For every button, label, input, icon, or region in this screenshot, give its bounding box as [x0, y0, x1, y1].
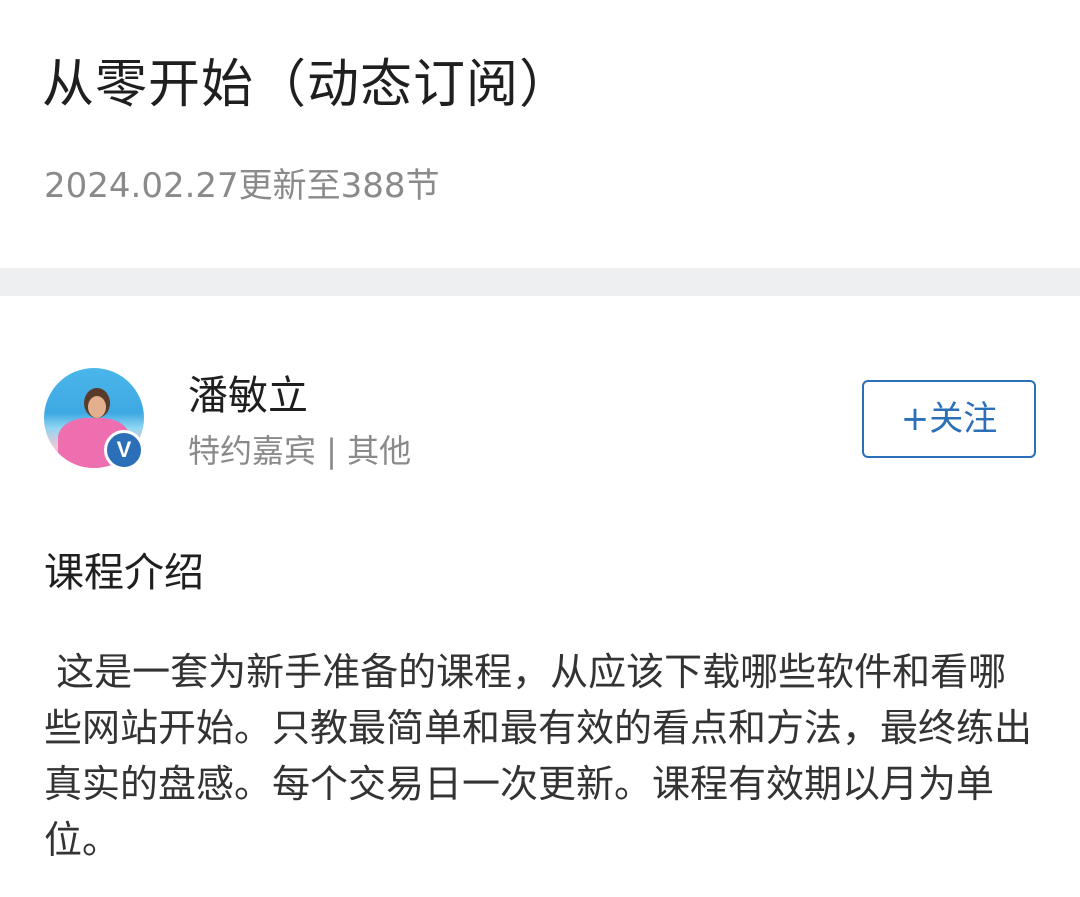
author-card: V 潘敏立 特约嘉宾 | 其他 +关注: [0, 296, 1080, 516]
verified-badge-icon: V: [104, 430, 144, 470]
update-info: 2024.02.27更新至388节: [44, 166, 440, 206]
section-divider: [0, 268, 1080, 296]
course-intro-text: 这是一套为新手准备的课程，从应该下载哪些软件和看哪些网站开始。只教最简单和最有效…: [44, 650, 1033, 862]
avatar-person-face: [88, 396, 106, 418]
author-name[interactable]: 潘敏立: [188, 370, 308, 422]
follow-button[interactable]: +关注: [862, 380, 1036, 458]
course-header: 从零开始（动态订阅） 2024.02.27更新至388节: [0, 0, 1080, 268]
course-intro-heading: 课程介绍: [44, 550, 204, 596]
page-title: 从零开始（动态订阅）: [42, 55, 573, 115]
author-description: 特约嘉宾 | 其他: [188, 432, 412, 470]
